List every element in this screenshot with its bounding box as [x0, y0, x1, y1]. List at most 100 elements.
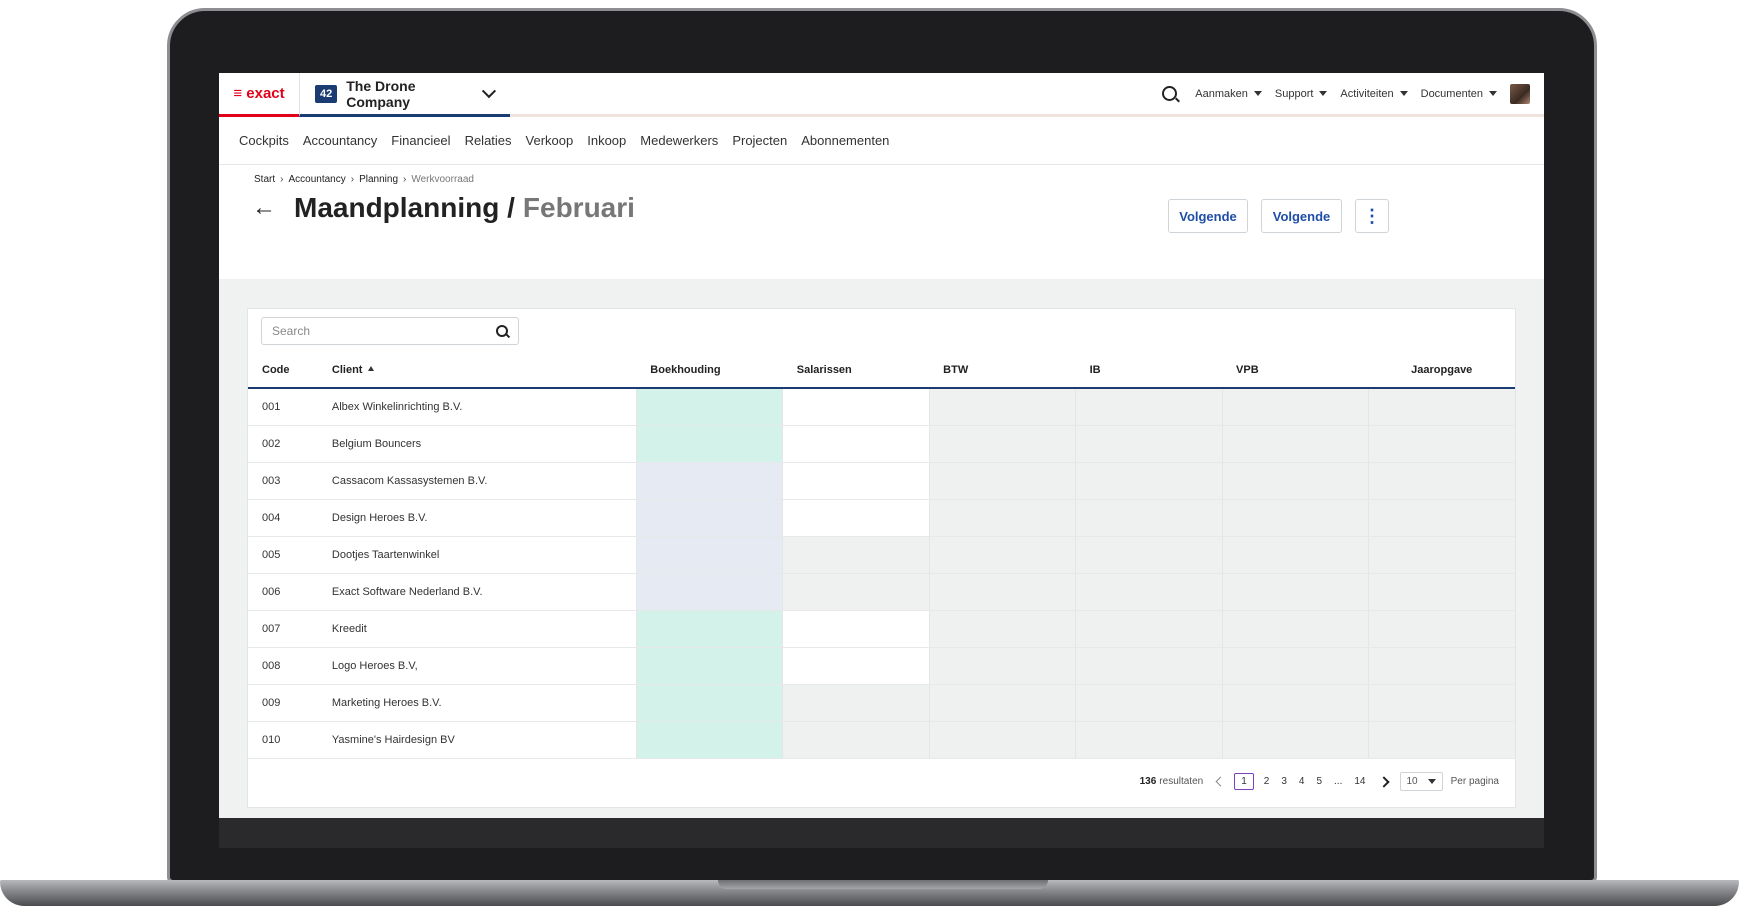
status-cell-vpb[interactable]	[1221, 388, 1369, 426]
status-cell-jaaropgave[interactable]	[1367, 425, 1515, 463]
status-cell-btw[interactable]	[928, 610, 1076, 648]
search-icon[interactable]	[1162, 86, 1178, 101]
nav-item-cockpits[interactable]: Cockpits	[239, 133, 289, 148]
status-cell-ib[interactable]	[1075, 684, 1223, 722]
column-header-vpb[interactable]: VPB	[1222, 353, 1369, 389]
status-cell-jaaropgave[interactable]	[1367, 684, 1515, 722]
client-name[interactable]: Dootjes Taartenwinkel	[317, 536, 637, 574]
client-name[interactable]: Yasmine's Hairdesign BV	[317, 721, 637, 759]
search-input[interactable]: Search	[261, 317, 519, 345]
menu-aanmaken[interactable]: Aanmaken	[1195, 88, 1262, 100]
status-cell-vpb[interactable]	[1221, 573, 1369, 611]
column-header-boekhouding[interactable]: Boekhouding	[636, 353, 783, 389]
client-name[interactable]: Kreedit	[317, 610, 637, 648]
nav-item-financieel[interactable]: Financieel	[391, 133, 450, 148]
nav-item-relaties[interactable]: Relaties	[465, 133, 512, 148]
table-row[interactable]: 007 Kreedit	[248, 610, 1515, 648]
nav-item-inkoop[interactable]: Inkoop	[587, 133, 626, 148]
client-name[interactable]: Belgium Bouncers	[317, 425, 637, 463]
column-header-client[interactable]: Client	[317, 353, 637, 389]
status-cell-boekhouding[interactable]	[635, 388, 783, 426]
page-2-button[interactable]: 2	[1264, 776, 1270, 787]
status-cell-boekhouding[interactable]	[635, 499, 783, 537]
volgende-button-2[interactable]: Volgende	[1261, 199, 1342, 233]
status-cell-ib[interactable]	[1075, 573, 1223, 611]
nav-item-projecten[interactable]: Projecten	[732, 133, 787, 148]
table-row[interactable]: 003 Cassacom Kassasystemen B.V.	[248, 462, 1515, 500]
page-14-button[interactable]: 14	[1354, 776, 1365, 787]
status-cell-btw[interactable]	[928, 647, 1076, 685]
column-header-jaaropgave[interactable]: Jaaropgave	[1368, 353, 1515, 389]
chevron-left-icon[interactable]	[1215, 776, 1226, 787]
status-cell-boekhouding[interactable]	[635, 462, 783, 500]
status-cell-ib[interactable]	[1075, 388, 1223, 426]
table-row[interactable]: 006 Exact Software Nederland B.V.	[248, 573, 1515, 611]
breadcrumb-start[interactable]: Start	[254, 174, 275, 185]
status-cell-ib[interactable]	[1075, 610, 1223, 648]
status-cell-btw[interactable]	[928, 573, 1076, 611]
avatar[interactable]	[1510, 83, 1530, 104]
status-cell-boekhouding[interactable]	[635, 573, 783, 611]
status-cell-btw[interactable]	[928, 462, 1076, 500]
client-name[interactable]: Exact Software Nederland B.V.	[317, 573, 637, 611]
client-name[interactable]: Logo Heroes B.V,	[317, 647, 637, 685]
nav-item-medewerkers[interactable]: Medewerkers	[640, 133, 718, 148]
table-row[interactable]: 001 Albex Winkelinrichting B.V.	[248, 388, 1515, 426]
status-cell-ib[interactable]	[1075, 647, 1223, 685]
status-cell-ib[interactable]	[1075, 425, 1223, 463]
client-name[interactable]: Albex Winkelinrichting B.V.	[317, 388, 637, 426]
status-cell-boekhouding[interactable]	[635, 684, 783, 722]
table-row[interactable]: 010 Yasmine's Hairdesign BV	[248, 721, 1515, 759]
nav-item-accountancy[interactable]: Accountancy	[303, 133, 377, 148]
status-cell-vpb[interactable]	[1221, 647, 1369, 685]
page-3-button[interactable]: 3	[1281, 776, 1287, 787]
nav-item-verkoop[interactable]: Verkoop	[526, 133, 574, 148]
table-row[interactable]: 008 Logo Heroes B.V,	[248, 647, 1515, 685]
more-options-icon[interactable]: ⋮	[1355, 199, 1389, 233]
status-cell-jaaropgave[interactable]	[1367, 647, 1515, 685]
table-row[interactable]: 005 Dootjes Taartenwinkel	[248, 536, 1515, 574]
status-cell-jaaropgave[interactable]	[1367, 610, 1515, 648]
status-cell-btw[interactable]	[928, 425, 1076, 463]
status-cell-salarissen[interactable]	[782, 536, 930, 574]
status-cell-btw[interactable]	[928, 536, 1076, 574]
status-cell-boekhouding[interactable]	[635, 647, 783, 685]
status-cell-ib[interactable]	[1075, 721, 1223, 759]
page-1-button[interactable]: 1	[1234, 773, 1254, 790]
nav-item-abonnementen[interactable]: Abonnementen	[801, 133, 889, 148]
status-cell-salarissen[interactable]	[782, 684, 930, 722]
company-switcher[interactable]: 42 The Drone Company	[299, 73, 510, 117]
status-cell-boekhouding[interactable]	[635, 536, 783, 574]
column-header-btw[interactable]: BTW	[929, 353, 1076, 389]
status-cell-btw[interactable]	[928, 388, 1076, 426]
status-cell-vpb[interactable]	[1221, 425, 1369, 463]
column-header-code[interactable]: Code	[248, 353, 318, 389]
status-cell-salarissen[interactable]	[782, 388, 930, 426]
volgende-button-1[interactable]: Volgende	[1168, 199, 1248, 233]
exact-logo[interactable]: ≡ exact	[219, 73, 299, 117]
menu-documenten[interactable]: Documenten	[1421, 88, 1497, 100]
status-cell-salarissen[interactable]	[782, 573, 930, 611]
column-header-ib[interactable]: IB	[1075, 353, 1223, 389]
table-row[interactable]: 004 Design Heroes B.V.	[248, 499, 1515, 537]
status-cell-ib[interactable]	[1075, 499, 1223, 537]
table-row[interactable]: 009 Marketing Heroes B.V.	[248, 684, 1515, 722]
status-cell-vpb[interactable]	[1221, 684, 1369, 722]
status-cell-vpb[interactable]	[1221, 499, 1369, 537]
menu-support[interactable]: Support	[1275, 88, 1328, 100]
page-4-button[interactable]: 4	[1299, 776, 1305, 787]
breadcrumb-planning[interactable]: Planning	[359, 174, 398, 185]
status-cell-btw[interactable]	[928, 721, 1076, 759]
status-cell-salarissen[interactable]	[782, 462, 930, 500]
status-cell-salarissen[interactable]	[782, 610, 930, 648]
status-cell-btw[interactable]	[928, 684, 1076, 722]
status-cell-jaaropgave[interactable]	[1367, 499, 1515, 537]
menu-activiteiten[interactable]: Activiteiten	[1340, 88, 1408, 100]
page-5-button[interactable]: 5	[1316, 776, 1322, 787]
status-cell-boekhouding[interactable]	[635, 425, 783, 463]
status-cell-jaaropgave[interactable]	[1367, 462, 1515, 500]
table-row[interactable]: 002 Belgium Bouncers	[248, 425, 1515, 463]
status-cell-vpb[interactable]	[1221, 536, 1369, 574]
search-icon[interactable]	[496, 325, 508, 337]
status-cell-salarissen[interactable]	[782, 647, 930, 685]
